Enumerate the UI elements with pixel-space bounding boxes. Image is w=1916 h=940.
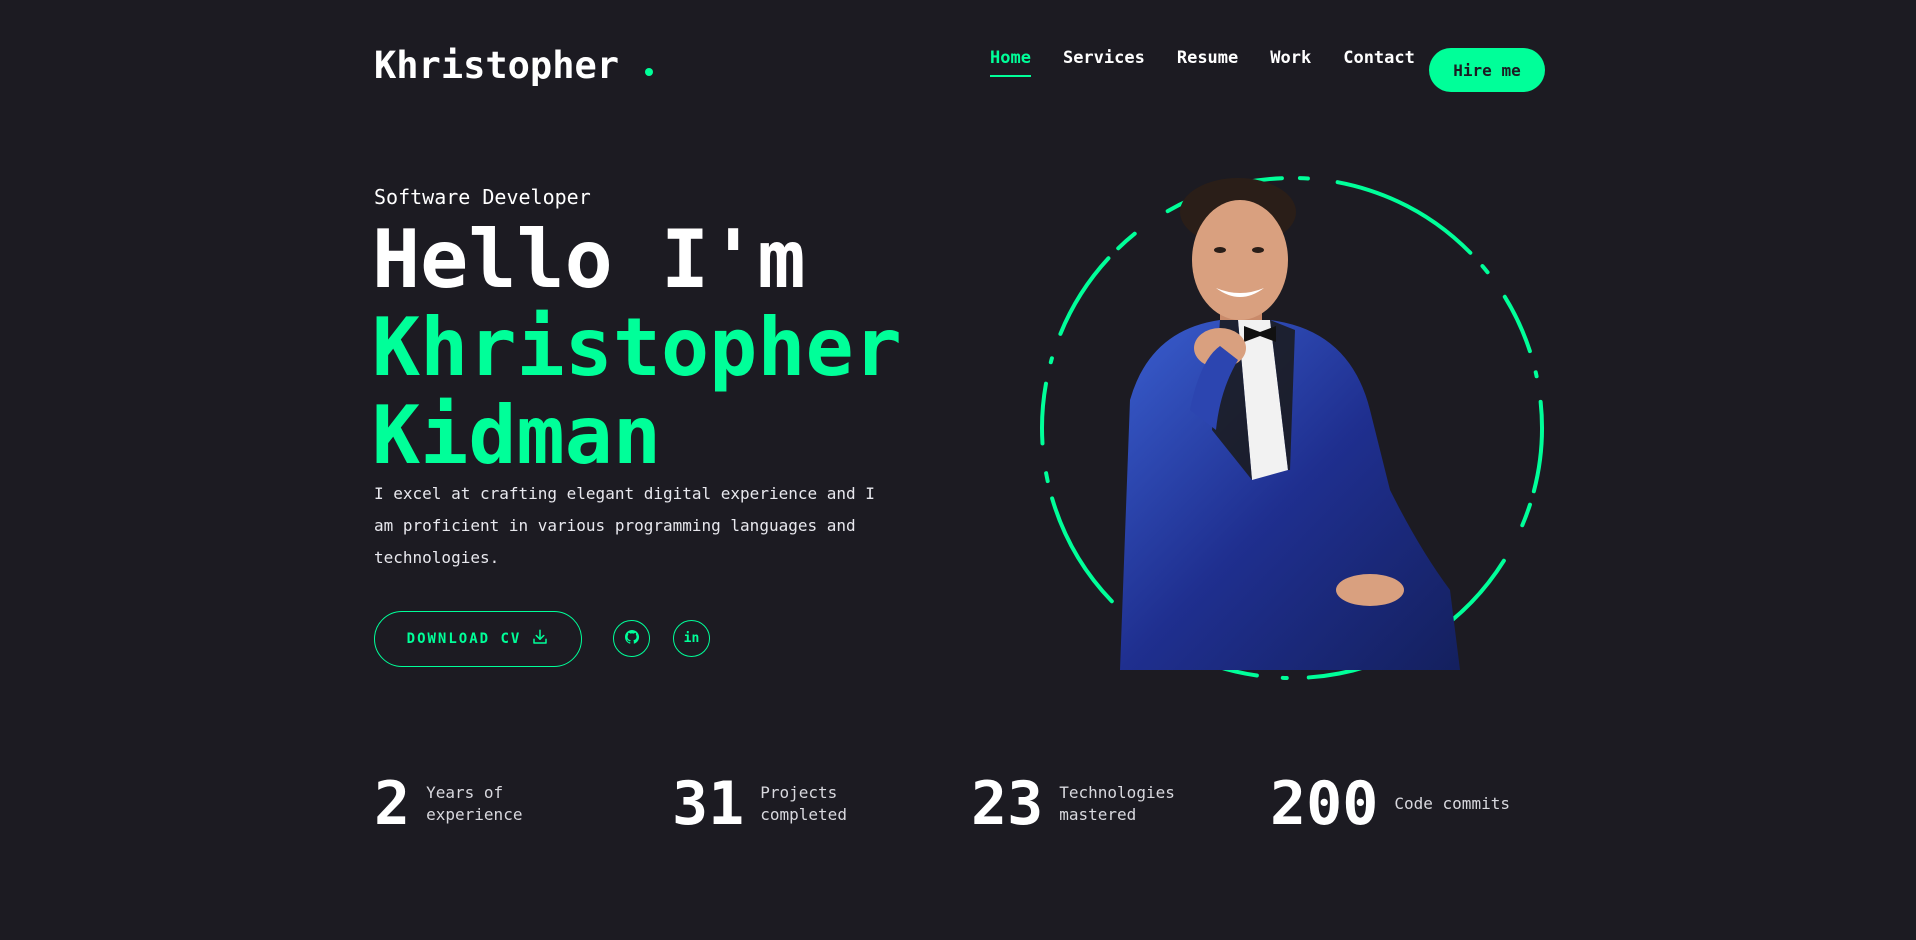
stat-label: Projects completed [760,783,847,824]
github-icon [624,629,640,649]
nav-contact[interactable]: Contact [1343,48,1415,76]
main-nav: Home Services Resume Work Contact [990,48,1447,77]
hire-me-button[interactable]: Hire me [1429,48,1545,92]
nav-work[interactable]: Work [1270,48,1311,76]
hero-greeting: Hello I'm [372,213,806,306]
stat-value: 2 [374,769,411,839]
page: Khristopher Home Services Resume Work Co… [0,0,1916,940]
hero-title: Hello I'm Khristopher Kidman [372,216,902,480]
nav-services[interactable]: Services [1063,48,1145,76]
download-cv-button[interactable]: DOWNLOAD CV [374,611,582,667]
stat-technologies: 23 Technologies mastered [971,772,1219,836]
stat-commits: 200 Code commits [1270,772,1554,836]
linkedin-icon: in [683,631,700,646]
logo-text: Khristopher [374,44,620,87]
nav-resume[interactable]: Resume [1177,48,1238,76]
nav-home[interactable]: Home [990,48,1031,77]
hero-last-name: Kidman [372,389,661,482]
logo-dot [645,68,654,76]
download-cv-label: DOWNLOAD CV [406,631,522,647]
stat-experience: 2 Years of experience [374,772,586,836]
site-logo[interactable]: Khristopher [374,44,654,87]
stat-value: 31 [672,769,745,839]
stat-value: 23 [971,769,1044,839]
github-link[interactable] [613,620,650,657]
stat-projects: 31 Projects completed [672,772,920,836]
stat-label: Years of experience [426,783,523,824]
stat-label: Technologies mastered [1059,783,1175,824]
stat-value: 200 [1270,769,1379,839]
hero-eyebrow: Software Developer [374,185,591,209]
stat-label: Code commits [1394,794,1510,813]
linkedin-link[interactable]: in [673,620,710,657]
hero-description: I excel at crafting elegant digital expe… [374,484,875,567]
hero-first-name: Khristopher [372,301,902,394]
profile-photo [1120,170,1460,670]
download-icon [531,628,549,650]
